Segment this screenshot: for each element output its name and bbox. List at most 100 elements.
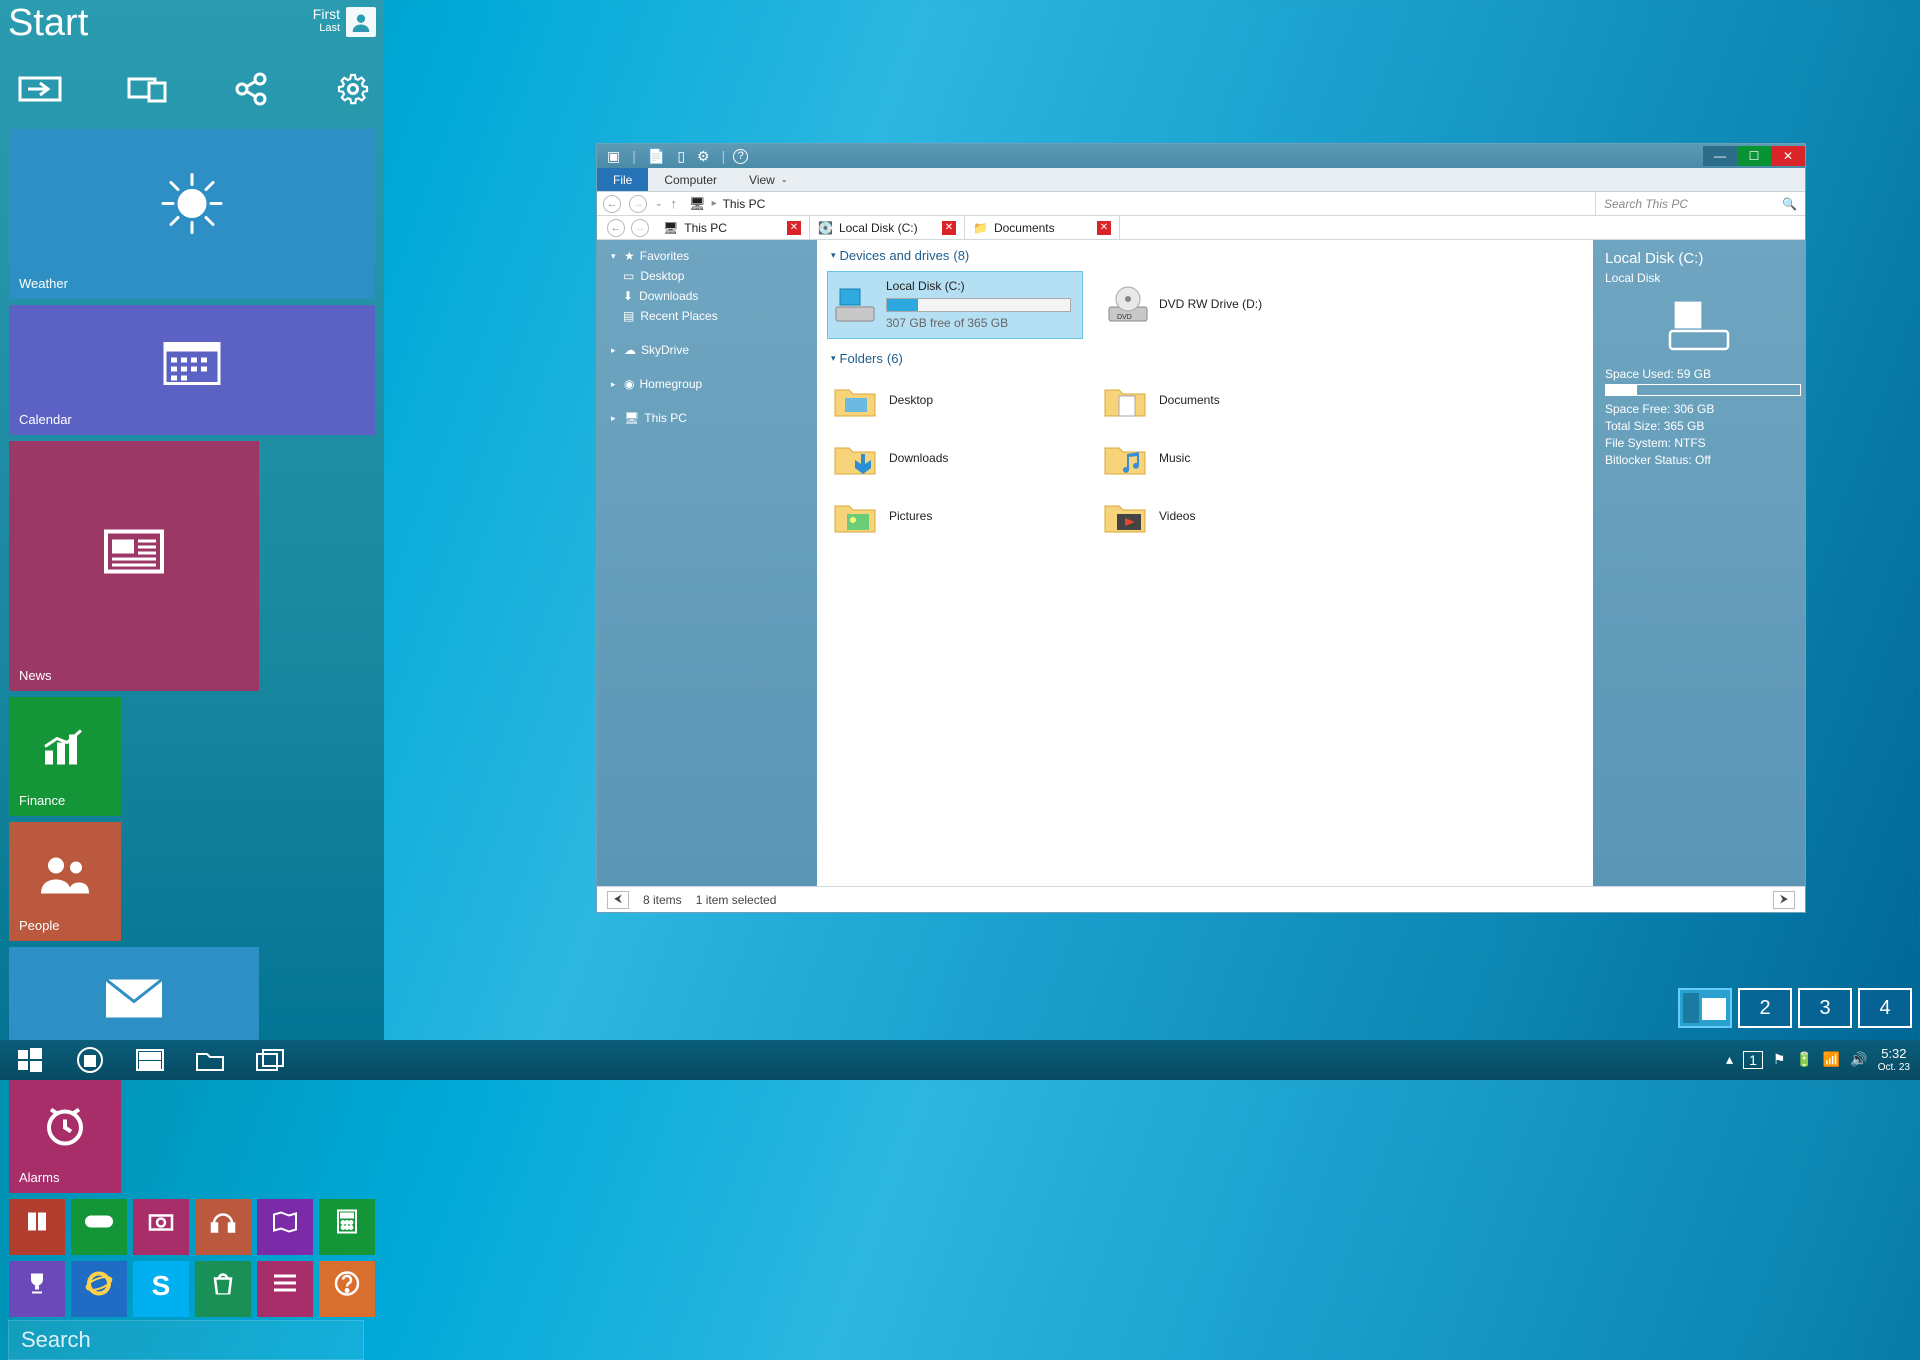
tray-wifi-icon[interactable]: 📶 — [1823, 1051, 1840, 1068]
close-button[interactable]: ✕ — [1771, 146, 1805, 166]
help-icon[interactable]: ? — [733, 149, 748, 164]
search-input[interactable] — [8, 1320, 364, 1360]
user-account-widget[interactable]: First Last — [313, 2, 376, 50]
folder-videos[interactable]: Videos — [1097, 492, 1327, 540]
chart-icon — [41, 728, 89, 773]
virtual-desktop-3[interactable]: 3 — [1798, 988, 1852, 1028]
weather-tile[interactable]: Weather — [9, 129, 375, 299]
details-fs: File System: NTFS — [1605, 436, 1793, 450]
store-tile[interactable] — [195, 1261, 251, 1317]
disk-icon — [834, 285, 876, 325]
folder-icon — [1101, 496, 1149, 536]
nav-favorites[interactable]: ★Favorites — [601, 246, 813, 266]
drive-local-c[interactable]: Local Disk (C:) 307 GB free of 365 GB — [827, 271, 1083, 339]
tab-forward[interactable]: → — [631, 219, 649, 237]
ribbon-computer[interactable]: Computer — [648, 168, 733, 191]
nav-back-button[interactable]: ← — [603, 195, 621, 213]
nav-pane-toggle[interactable]: ⮜ — [607, 891, 629, 909]
maximize-button[interactable]: ☐ — [1737, 146, 1771, 166]
calculator-tile[interactable] — [319, 1199, 375, 1255]
task-app1[interactable] — [120, 1040, 180, 1080]
headphones-icon — [210, 1210, 236, 1239]
task-explorer[interactable] — [180, 1040, 240, 1080]
folder-pictures[interactable]: Pictures — [827, 492, 1057, 540]
ribbon-file[interactable]: File — [597, 168, 648, 191]
window-titlebar[interactable]: ▣ | 📄 ▯ ⚙ | ? — ☐ ✕ — [597, 144, 1805, 168]
headphones-tile[interactable] — [195, 1199, 251, 1255]
dvd-icon: DVD — [1107, 285, 1149, 325]
close-tab-button[interactable]: ✕ — [787, 221, 801, 235]
people-tile[interactable]: People — [9, 822, 121, 941]
nav-downloads[interactable]: ⬇Downloads — [601, 286, 813, 306]
maps-tile[interactable] — [257, 1199, 313, 1255]
start-search[interactable] — [8, 1320, 376, 1360]
ie-tile[interactable] — [71, 1261, 127, 1317]
reader-tile[interactable] — [9, 1199, 65, 1255]
list-icon — [274, 1275, 296, 1298]
nav-recent[interactable]: ▤Recent Places — [601, 306, 813, 326]
props-icon[interactable]: ▣ — [603, 148, 624, 165]
ribbon-view[interactable]: View⌄ — [733, 168, 804, 191]
close-tab-button[interactable]: ✕ — [1097, 221, 1111, 235]
power-icon[interactable] — [18, 72, 62, 106]
status-selection: 1 item selected — [696, 893, 777, 907]
ribbon-tabs: File Computer View⌄ — [597, 168, 1805, 192]
games-tile[interactable] — [71, 1199, 127, 1255]
task-view-button[interactable] — [60, 1040, 120, 1080]
details-used: Space Used: 59 GB — [1605, 367, 1793, 381]
tab-documents[interactable]: 📁 Documents ✕ — [965, 216, 1120, 239]
folder-downloads[interactable]: Downloads — [827, 434, 1057, 482]
settings-icon[interactable] — [335, 72, 371, 106]
task-windows[interactable] — [240, 1040, 300, 1080]
nav-homegroup[interactable]: ◉Homegroup — [601, 374, 813, 394]
nav-forward-button[interactable]: → — [629, 195, 647, 213]
drive-dvd[interactable]: DVD DVD RW Drive (D:) — [1101, 271, 1355, 339]
explorer-search[interactable]: Search This PC 🔍 — [1595, 192, 1805, 215]
new-folder-icon[interactable]: 📄 — [644, 148, 669, 165]
tray-flag-icon[interactable]: ⚑ — [1773, 1051, 1786, 1068]
share-icon[interactable] — [234, 72, 270, 106]
group-devices-header[interactable]: Devices and drives (8) — [817, 240, 1593, 267]
nav-history-dropdown[interactable]: ⌄ — [655, 198, 663, 209]
nav-desktop[interactable]: ▭Desktop — [601, 266, 813, 286]
address-bar[interactable]: 🖥 ▸ This PC — [683, 196, 1595, 212]
start-button[interactable] — [0, 1040, 60, 1080]
preview-pane-toggle[interactable]: ⮞ — [1773, 891, 1795, 909]
tray-desktop-indicator[interactable]: 1 — [1743, 1051, 1763, 1069]
device-icon[interactable]: ▯ — [673, 148, 689, 165]
tab-back[interactable]: ← — [607, 219, 625, 237]
help-tile[interactable] — [319, 1261, 375, 1317]
skype-tile[interactable]: S — [133, 1261, 189, 1317]
calendar-tile[interactable]: Calendar — [9, 305, 375, 435]
devices-icon[interactable] — [127, 72, 169, 106]
tray-chevron-up-icon[interactable]: ▴ — [1726, 1051, 1733, 1068]
nav-skydrive[interactable]: ☁SkyDrive — [601, 340, 813, 360]
news-tile[interactable]: News — [9, 441, 259, 691]
settings-icon[interactable]: ⚙ — [693, 148, 714, 165]
finance-tile[interactable]: Finance — [9, 697, 121, 816]
nav-up-button[interactable]: ↑ — [671, 196, 678, 211]
taskbar-clock[interactable]: 5:32 Oct. 23 — [1878, 1047, 1910, 1072]
virtual-desktop-1[interactable] — [1678, 988, 1732, 1028]
tray-battery-icon[interactable]: 🔋 — [1795, 1051, 1812, 1068]
list-tile[interactable] — [257, 1261, 313, 1317]
close-tab-button[interactable]: ✕ — [942, 221, 956, 235]
nav-thispc[interactable]: 🖥This PC — [601, 408, 813, 428]
folder-documents[interactable]: Documents — [1097, 376, 1327, 424]
tab-this-pc[interactable]: 🖥 This PC ✕ — [655, 216, 810, 239]
group-folders-header[interactable]: Folders (6) — [817, 343, 1593, 370]
tray-volume-icon[interactable]: 🔊 — [1850, 1051, 1867, 1068]
virtual-desktop-4[interactable]: 4 — [1858, 988, 1912, 1028]
minimize-button[interactable]: — — [1703, 146, 1737, 166]
pc-icon: 🖥 — [689, 196, 706, 212]
bag-icon — [211, 1273, 235, 1300]
trophy-tile[interactable] — [9, 1261, 65, 1317]
calculator-icon — [337, 1210, 357, 1239]
folder-desktop[interactable]: Desktop — [827, 376, 1057, 424]
folder-music[interactable]: Music — [1097, 434, 1327, 482]
reader-icon — [24, 1209, 50, 1240]
camera-tile[interactable] — [133, 1199, 189, 1255]
alarms-tile[interactable]: Alarms — [9, 1074, 121, 1193]
tab-local-disk[interactable]: 💽 Local Disk (C:) ✕ — [810, 216, 965, 239]
virtual-desktop-2[interactable]: 2 — [1738, 988, 1792, 1028]
